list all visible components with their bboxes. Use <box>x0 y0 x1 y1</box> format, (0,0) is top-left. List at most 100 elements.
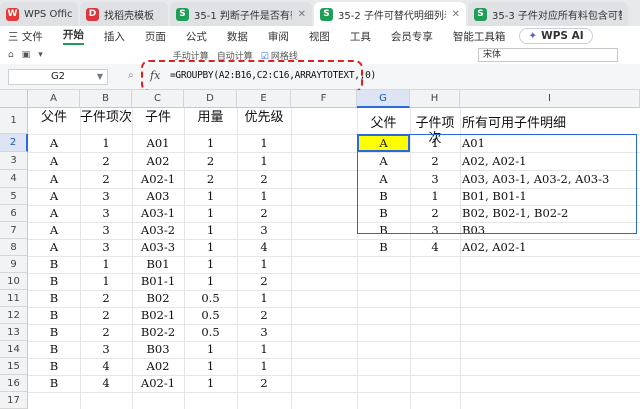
cell-priority[interactable]: 4 <box>237 239 291 256</box>
row-header-11[interactable]: 11 <box>0 290 28 307</box>
cell-quantity[interactable]: 0.5 <box>184 324 237 341</box>
cell-parent[interactable]: A <box>28 170 80 188</box>
cell-components-list[interactable]: B02, B02-1, B02-2 <box>462 205 638 222</box>
col-header-f[interactable]: F <box>291 90 357 108</box>
cell-item-no-result[interactable]: 3 <box>410 170 460 188</box>
cell-item-no-result[interactable]: 1 <box>410 188 460 205</box>
menu-home[interactable]: 开始 <box>62 27 84 45</box>
cell-item-no[interactable]: 2 <box>80 152 132 170</box>
spreadsheet-grid[interactable]: A B C D E F G H I 1 2 3 4 5 6 7 8 9 10 1… <box>0 90 640 409</box>
cell-priority[interactable]: 1 <box>237 134 291 152</box>
col-header-c[interactable]: C <box>132 90 184 108</box>
cell-component[interactable]: B02-1 <box>132 307 184 324</box>
fill-color-icon[interactable]: ▾ <box>38 50 43 60</box>
cell-priority[interactable]: 1 <box>237 188 291 205</box>
cell-priority[interactable]: 2 <box>237 170 291 188</box>
row-header-15[interactable]: 15 <box>0 358 28 375</box>
menu-formulas[interactable]: 公式 <box>186 29 207 44</box>
cell-parent[interactable]: B <box>28 341 80 358</box>
menu-view[interactable]: 视图 <box>309 29 330 44</box>
menu-member[interactable]: 会员专享 <box>391 29 433 44</box>
cell-parent[interactable]: A <box>28 134 80 152</box>
cell-components-list[interactable]: A02, A02-1 <box>462 239 638 256</box>
cell-item-no[interactable]: 1 <box>80 256 132 273</box>
cell-item-no[interactable]: 2 <box>80 307 132 324</box>
cell-components-list[interactable]: A03, A03-1, A03-2, A03-3 <box>462 170 638 188</box>
row-header-9[interactable]: 9 <box>0 256 28 273</box>
col-header-i[interactable]: I <box>460 90 640 108</box>
name-box[interactable]: G2 ▼ <box>8 69 108 85</box>
cell-parent[interactable]: B <box>28 358 80 375</box>
cell-item-no[interactable]: 3 <box>80 188 132 205</box>
cell-item-no-result[interactable]: 4 <box>410 239 460 256</box>
header-cell-quantity[interactable]: 用量 <box>184 110 237 125</box>
cell-quantity[interactable]: 1 <box>184 239 237 256</box>
format-painter-icon[interactable]: ⌂ <box>8 50 14 60</box>
menu-tools[interactable]: 工具 <box>350 29 371 44</box>
cell-parent-result[interactable]: B <box>357 188 410 205</box>
header-cell-item-no[interactable]: 子件项次 <box>80 110 132 125</box>
row-header-1[interactable]: 1 <box>0 108 28 134</box>
cell-components-list[interactable]: A01 <box>462 134 638 152</box>
cell-component[interactable]: B02-2 <box>132 324 184 341</box>
row-header-5[interactable]: 5 <box>0 188 28 205</box>
cell-components-list[interactable]: B03 <box>462 222 638 239</box>
cell-priority[interactable]: 2 <box>237 273 291 290</box>
cell-parent-result[interactable]: A <box>357 134 410 152</box>
header-cell-component[interactable]: 子件 <box>132 110 184 125</box>
tab-file-35-3[interactable]: S 35-3 子件对应所有料包含可替代 <box>468 2 628 26</box>
clipboard-icon[interactable]: ▣ <box>22 50 31 60</box>
cell-item-no-result[interactable]: 2 <box>410 152 460 170</box>
row-header-17[interactable]: 17 <box>0 392 28 409</box>
row-header-4[interactable]: 4 <box>0 170 28 188</box>
cell-parent-result[interactable]: B <box>357 205 410 222</box>
cell-quantity[interactable]: 1 <box>184 256 237 273</box>
cell-quantity[interactable]: 2 <box>184 152 237 170</box>
cell-component[interactable]: A03-1 <box>132 205 184 222</box>
chevron-down-icon[interactable]: ▼ <box>97 70 103 84</box>
cell-item-no-result[interactable]: 2 <box>410 205 460 222</box>
cell-priority[interactable]: 2 <box>237 307 291 324</box>
cell-component[interactable]: A03-3 <box>132 239 184 256</box>
cell-parent-result[interactable]: A <box>357 152 410 170</box>
manual-calc-button[interactable]: 手动计算 <box>173 49 209 62</box>
menu-smart-toolbox[interactable]: 智能工具箱 <box>453 29 506 44</box>
cell-component[interactable]: B02 <box>132 290 184 307</box>
cell-quantity[interactable]: 1 <box>184 188 237 205</box>
cell-component[interactable]: A03 <box>132 188 184 205</box>
cell-parent[interactable]: A <box>28 239 80 256</box>
col-header-h[interactable]: H <box>410 90 460 108</box>
header-cell-parent-result[interactable]: 父件 <box>357 116 410 131</box>
cell-component[interactable]: A02 <box>132 152 184 170</box>
cell-components-list[interactable]: B01, B01-1 <box>462 188 638 205</box>
cell-item-no[interactable]: 2 <box>80 290 132 307</box>
cell-quantity[interactable]: 1 <box>184 375 237 392</box>
gridlines-checkbox[interactable]: 网格线 <box>261 49 298 62</box>
cell-component[interactable]: B01 <box>132 256 184 273</box>
tab-wps-office[interactable]: W WPS Office <box>0 2 78 26</box>
cell-item-no[interactable]: 3 <box>80 239 132 256</box>
cell-parent[interactable]: A <box>28 188 80 205</box>
cell-quantity[interactable]: 1 <box>184 134 237 152</box>
cell-priority[interactable]: 2 <box>237 205 291 222</box>
menu-data[interactable]: 数据 <box>227 29 248 44</box>
cell-component[interactable]: B03 <box>132 341 184 358</box>
cell-quantity[interactable]: 0.5 <box>184 290 237 307</box>
cell-component[interactable]: A02-1 <box>132 170 184 188</box>
cell-parent[interactable]: A <box>28 205 80 222</box>
cell-parent[interactable]: B <box>28 290 80 307</box>
menu-review[interactable]: 审阅 <box>268 29 289 44</box>
cell-priority[interactable]: 3 <box>237 324 291 341</box>
row-header-13[interactable]: 13 <box>0 324 28 341</box>
cell-priority[interactable]: 1 <box>237 256 291 273</box>
cell-item-no-result[interactable]: 1 <box>410 134 460 152</box>
header-cell-all-components[interactable]: 所有可用子件明细 <box>462 116 638 131</box>
close-icon[interactable]: ✕ <box>298 9 306 20</box>
menu-page[interactable]: 页面 <box>145 29 166 44</box>
row-header-3[interactable]: 3 <box>0 152 28 170</box>
cell-item-no-result[interactable]: 3 <box>410 222 460 239</box>
col-header-b[interactable]: B <box>80 90 132 108</box>
cell-component[interactable]: A03-2 <box>132 222 184 239</box>
cell-parent[interactable]: B <box>28 324 80 341</box>
cell-priority[interactable]: 1 <box>237 358 291 375</box>
